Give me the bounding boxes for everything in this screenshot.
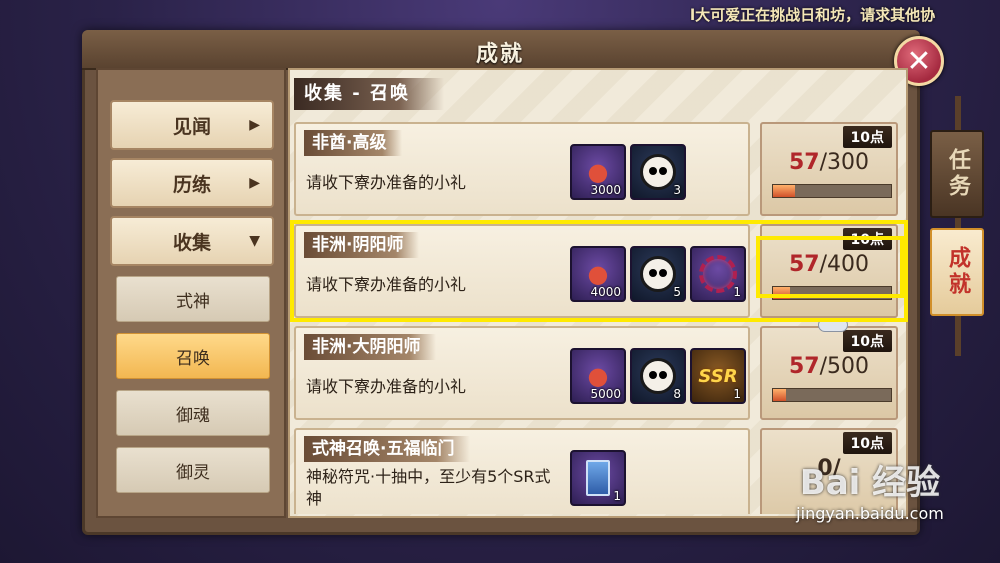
arrow-down-icon: ▼ [249, 233, 260, 249]
progress-current: 57 [788, 252, 820, 277]
side-tab-label: 成就 [945, 246, 970, 298]
reward-count: 1 [733, 387, 741, 401]
progress-total: /300 [819, 150, 870, 175]
reward-count: 3000 [590, 183, 621, 197]
reward-count: 1 [733, 285, 741, 299]
achievement-name: 非酋·高级 [304, 130, 403, 156]
mystery-talisman-icon[interactable]: 1 [570, 450, 626, 506]
points-badge: 10点 [842, 126, 892, 148]
progress-box: 10点 57/500 [760, 326, 898, 420]
daruma-icon[interactable]: 5 [630, 246, 686, 302]
progress-fill [773, 389, 787, 401]
nav-item-jianwen[interactable]: 见闻 ▶ [110, 100, 274, 150]
sub-nav-zhaohuan[interactable]: 召唤 [116, 333, 270, 379]
progress-current: 57 [788, 354, 820, 379]
sub-nav-label: 式神 [176, 291, 210, 312]
progress-total: /500 [819, 354, 870, 379]
progress-current: 57 [788, 150, 820, 175]
nav-item-shouji[interactable]: 收集 ▼ [110, 216, 274, 266]
progress-total: /400 [819, 252, 870, 277]
achievement-info: 非酋·高级 请收下寮办准备的小礼 ● 3000 3 [294, 122, 750, 216]
reward-count: 3 [673, 183, 681, 197]
reward-count: 1 [613, 489, 621, 503]
sub-nav-label: 御灵 [176, 462, 210, 483]
progress-bar [772, 286, 892, 300]
reward-count: 5 [673, 285, 681, 299]
close-icon: ✕ [906, 43, 932, 79]
sub-nav-label: 御魂 [176, 405, 210, 426]
progress-text: 57/400 [762, 252, 896, 277]
side-tab-label: 任务 [945, 148, 970, 200]
achievement-desc: 请收下寮办准备的小礼 [306, 275, 467, 294]
section-title: 收集 - 召唤 [294, 78, 444, 110]
nav-item-label: 历练 [172, 173, 211, 196]
progress-text: 57/300 [762, 150, 896, 175]
daruma-icon[interactable]: 3 [630, 144, 686, 200]
watermark-url: jingyan.baidu.com [796, 504, 944, 523]
watermark-logo: Bai 经验 [799, 463, 941, 503]
progress-text: 57/500 [762, 354, 896, 379]
achievement-info: 非洲·阴阳师 请收下寮办准备的小礼 ● 4000 5 1 [294, 224, 750, 318]
arrow-right-icon: ▶ [249, 117, 260, 133]
points-badge: 10点 [842, 432, 892, 454]
baidu-watermark: Bai 经验 jingyan.baidu.com [770, 455, 970, 545]
sub-nav-shishen[interactable]: 式神 [116, 276, 270, 322]
side-tab-renwu[interactable]: 任务 [930, 130, 984, 218]
sub-nav-label: 召唤 [176, 348, 210, 369]
daruma-icon[interactable]: 8 [630, 348, 686, 404]
scroll-handle[interactable] [818, 318, 848, 332]
achievement-desc: 神秘符咒·十抽中，至少有5个SR式神 [306, 467, 551, 508]
nav-item-lilian[interactable]: 历练 ▶ [110, 158, 274, 208]
reward-count: 8 [673, 387, 681, 401]
achievement-info: 式神召唤·五福临门 神秘符咒·十抽中，至少有5个SR式神 1 [294, 428, 750, 514]
progress-fill [773, 185, 796, 197]
progress-bar [772, 388, 892, 402]
gift-bag-icon[interactable]: ● 3000 [570, 144, 626, 200]
gift-bag-icon[interactable]: ● 5000 [570, 348, 626, 404]
arrow-right-icon: ▶ [249, 175, 260, 191]
progress-fill [773, 287, 790, 299]
achievement-name: 非洲·大阴阳师 [304, 334, 437, 360]
achievement-desc: 请收下寮办准备的小礼 [306, 173, 467, 192]
ssr-label: SSR [698, 365, 738, 387]
points-badge: 10点 [842, 330, 892, 352]
system-marquee: l大可爱正在挑战日和坊，请求其他协 [690, 6, 936, 24]
achievement-row[interactable]: 非酋·高级 请收下寮办准备的小礼 ● 3000 3 10点 57/300 [294, 122, 898, 216]
achievement-desc: 请收下寮办准备的小礼 [306, 377, 467, 396]
avatar-frame-icon[interactable]: 1 [690, 246, 746, 302]
reward-count: 4000 [590, 285, 621, 299]
window-title: 成就 [475, 42, 524, 67]
progress-box: 10点 57/300 [760, 122, 898, 216]
achievement-row[interactable]: 非洲·大阴阳师 请收下寮办准备的小礼 ● 5000 8 SSR 1 10点 57… [294, 326, 898, 420]
reward-count: 5000 [590, 387, 621, 401]
gift-bag-icon[interactable]: ● 4000 [570, 246, 626, 302]
points-badge: 10点 [842, 228, 892, 250]
nav-item-label: 收集 [172, 231, 211, 254]
nav-item-label: 见闻 [172, 115, 211, 138]
achievement-name: 式神召唤·五福临门 [304, 436, 471, 462]
progress-bar [772, 184, 892, 198]
side-tab-chengjiu[interactable]: 成就 [930, 228, 984, 316]
achievement-row[interactable]: 非洲·阴阳师 请收下寮办准备的小礼 ● 4000 5 1 10点 57/400 [294, 224, 898, 318]
sub-nav-yuling[interactable]: 御灵 [116, 447, 270, 493]
achievement-name: 非洲·阴阳师 [304, 232, 420, 258]
ssr-icon[interactable]: SSR 1 [690, 348, 746, 404]
sub-nav-yuhun[interactable]: 御魂 [116, 390, 270, 436]
achievement-info: 非洲·大阴阳师 请收下寮办准备的小礼 ● 5000 8 SSR 1 [294, 326, 750, 420]
progress-box: 10点 57/400 [760, 224, 898, 318]
